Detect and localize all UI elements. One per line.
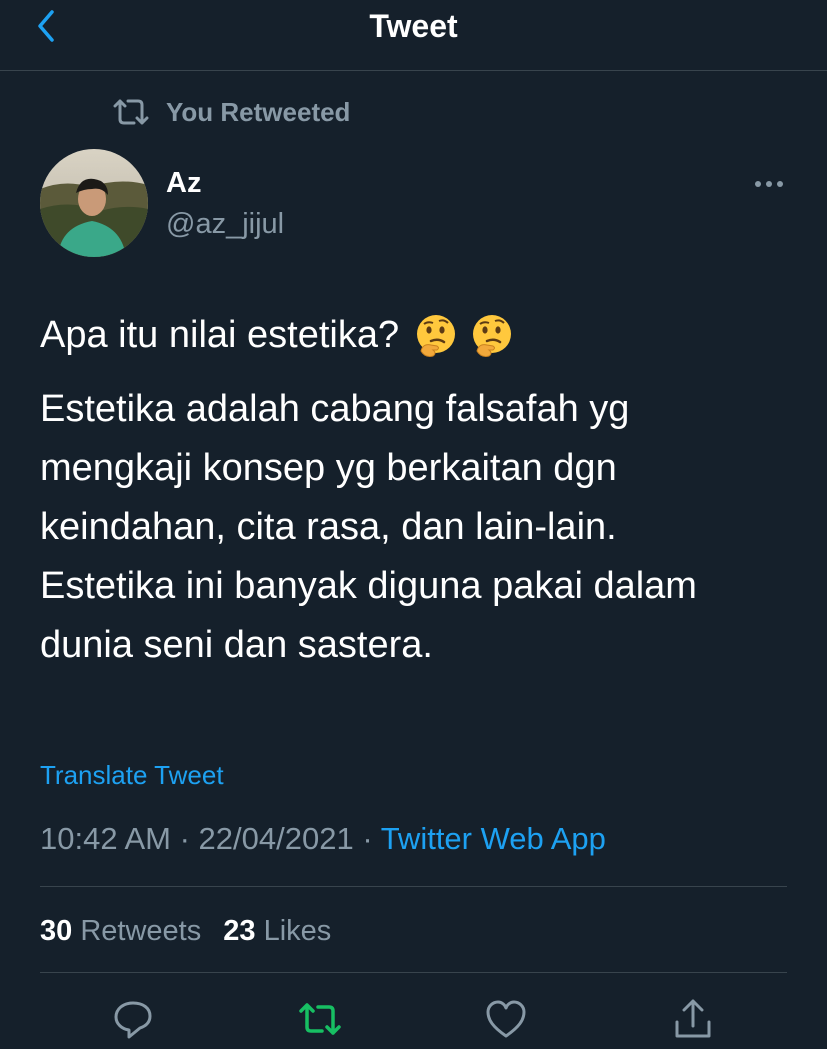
retweet-context: You Retweeted	[110, 95, 350, 129]
likes-label: Likes	[263, 915, 332, 947]
like-icon	[486, 1000, 526, 1038]
more-dots-icon	[755, 181, 783, 187]
tweet-line: dunia seni dan sastera.	[40, 624, 433, 666]
retweet-context-label: You Retweeted	[166, 96, 351, 127]
top-nav-bar: Tweet	[0, 0, 827, 71]
page-title: Tweet	[369, 8, 458, 44]
more-options-button[interactable]	[750, 170, 790, 198]
tweet-line: mengkaji konsep yg berkaitan dgn	[40, 447, 617, 489]
retweets-count: 30	[40, 915, 73, 947]
retweets-label: Retweets	[80, 915, 202, 947]
tweet-paragraph: Estetika adalah cabang falsafah yg mengk…	[40, 380, 810, 675]
share-icon	[675, 999, 711, 1038]
tweet-first-line: Apa itu nilai estetika?	[40, 306, 810, 365]
meta-separator: ·	[353, 821, 381, 856]
avatar-photo	[40, 149, 148, 257]
thinking-face-emoji	[473, 314, 512, 357]
tweet-line: Estetika ini banyak diguna pakai dalam	[40, 565, 697, 607]
tweet-source-link[interactable]: Twitter Web App	[381, 821, 606, 856]
meta-separator: ·	[170, 821, 199, 856]
retweet-button[interactable]	[297, 996, 343, 1042]
tweet-time: 10:42 AM	[40, 821, 171, 856]
reply-button[interactable]	[110, 996, 156, 1042]
tweet-question: Apa itu nilai estetika?	[40, 314, 400, 356]
avatar[interactable]	[40, 149, 148, 257]
author-name[interactable]: Az	[166, 166, 201, 200]
tweet-stats: 30 Retweets 23 Likes	[40, 913, 345, 949]
retweet-icon	[299, 1003, 341, 1035]
tweet-text: Apa itu nilai estetika? Estetika adalah …	[40, 306, 810, 675]
tweet-line: keindahan, cita rasa, dan lain-lain.	[40, 506, 617, 548]
reply-icon	[114, 1001, 152, 1039]
tweet-line: Estetika adalah cabang falsafah yg	[40, 388, 630, 430]
thinking-face-emoji	[417, 314, 456, 357]
author-handle[interactable]: @az_jijul	[166, 207, 284, 241]
likes-stat[interactable]: 23 Likes	[223, 915, 331, 947]
translate-tweet-link[interactable]: Translate Tweet	[40, 758, 224, 792]
share-button[interactable]	[670, 996, 716, 1042]
retweet-icon	[113, 99, 149, 125]
tweet-date: 22/04/2021	[198, 821, 354, 856]
retweets-stat[interactable]: 30 Retweets	[40, 915, 201, 947]
like-button[interactable]	[483, 996, 529, 1042]
tweet-metadata: 10:42 AM · 22/04/2021 · Twitter Web App	[40, 820, 606, 858]
divider	[40, 886, 787, 887]
likes-count: 23	[223, 915, 256, 947]
divider	[40, 972, 787, 973]
